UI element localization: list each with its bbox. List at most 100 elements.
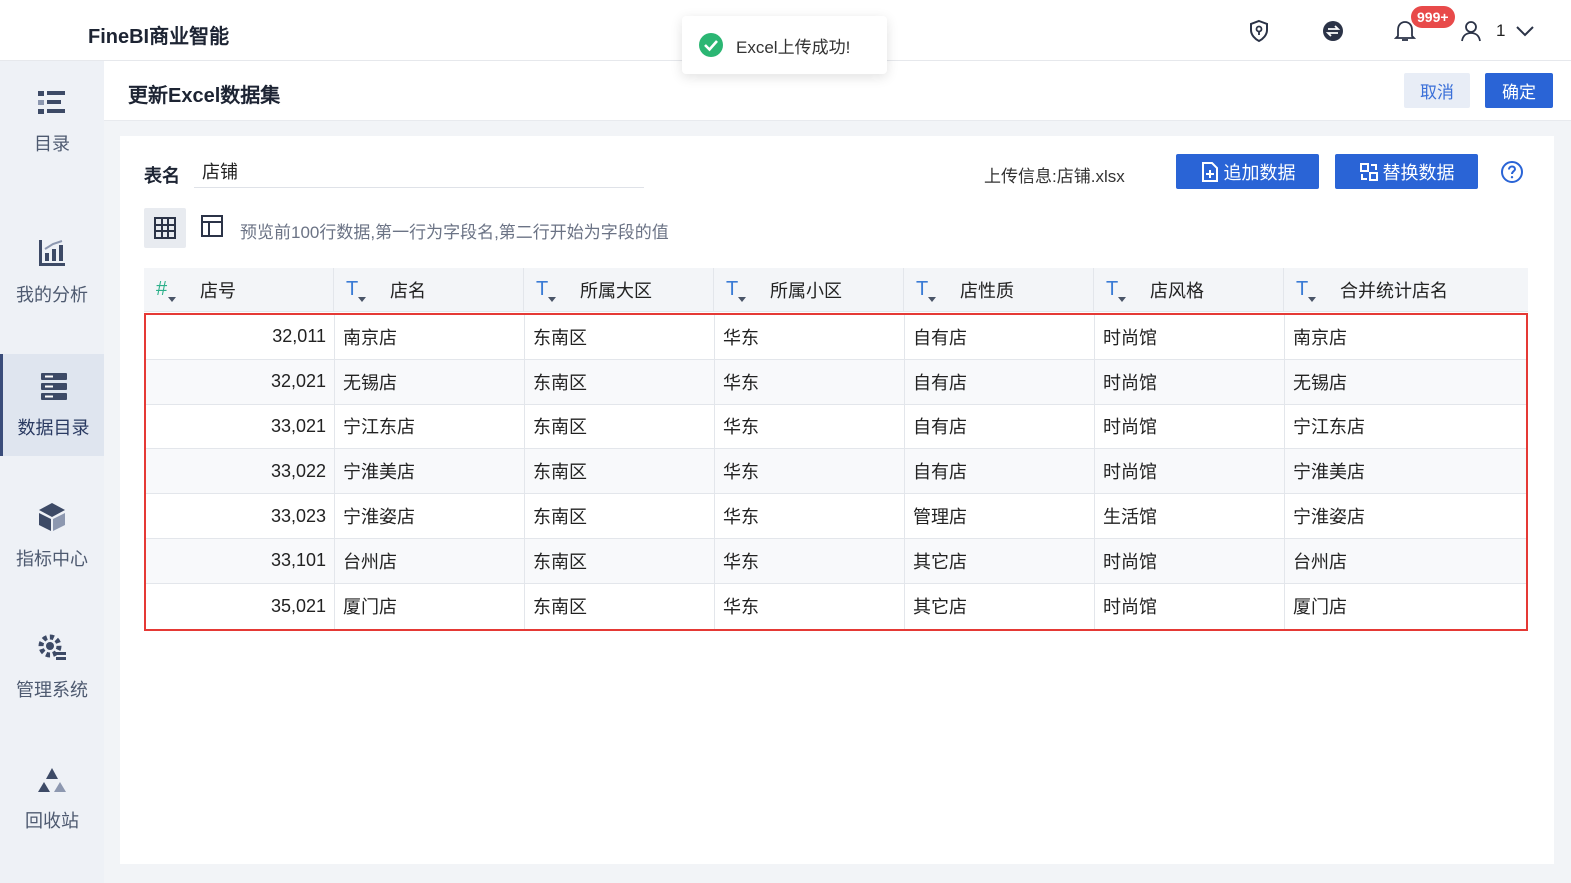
- table-cell: 宁淮姿店: [335, 494, 525, 538]
- layout-view-toggle[interactable]: [200, 214, 224, 243]
- table-cell: 东南区: [525, 583, 715, 629]
- preview-note: 预览前100行数据,第一行为字段名,第二行开始为字段的值: [240, 223, 669, 242]
- file-add-icon: [1201, 161, 1218, 182]
- table-cell: 南京店: [1293, 327, 1347, 348]
- table-cell: 其它店: [905, 538, 1095, 583]
- table-row: 32,021 无锡店 东南区 华东 自有店 时尚馆 无锡店: [146, 359, 1526, 405]
- sidebar-item-catalog[interactable]: 目录: [0, 71, 104, 173]
- dropdown-caret-icon[interactable]: [358, 297, 366, 302]
- table-cell: 时尚馆: [1095, 404, 1285, 449]
- table-cell: 33,101: [146, 538, 335, 583]
- table-cell: 华东: [715, 359, 905, 404]
- notification-badge: 999+: [1411, 6, 1455, 28]
- table-row: 33,101 台州店 东南区 华东 其它店 时尚馆 台州店: [146, 538, 1526, 584]
- table-cell: 时尚馆: [1095, 359, 1285, 404]
- table-cell: 时尚馆: [1095, 583, 1285, 629]
- replace-data-button[interactable]: 替换数据: [1335, 154, 1478, 189]
- table-name-input[interactable]: [194, 154, 644, 188]
- column-header[interactable]: T 所属小区: [714, 268, 904, 311]
- dropdown-caret-icon[interactable]: [738, 297, 746, 302]
- table-cell: 35,021: [146, 583, 335, 629]
- settings-icon: [38, 634, 66, 660]
- preview-table: # 店号 T 店名 T 所属大区 T 所属小区 T 店性质 T 店风格 T 合并统计店名 32…: [144, 268, 1528, 631]
- replace-icon: [1359, 162, 1378, 181]
- table-cell: 华东: [715, 494, 905, 538]
- analysis-icon: [39, 240, 65, 266]
- shield-icon[interactable]: [1246, 18, 1272, 44]
- table-cell: 东南区: [525, 538, 715, 583]
- append-data-button[interactable]: 追加数据: [1176, 154, 1319, 189]
- table-cell: 东南区: [525, 404, 715, 449]
- sidebar-item-label: 指标中心: [16, 549, 88, 569]
- dropdown-caret-icon[interactable]: [168, 297, 176, 302]
- table-cell: 宁淮美店: [1293, 462, 1365, 483]
- table-cell: 33,023: [146, 494, 335, 538]
- replace-data-label: 替换数据: [1382, 162, 1455, 183]
- sidebar: 目录 我的分析 数据目录 指标中心 管理系统 回收站: [0, 61, 104, 883]
- table-cell: 华东: [715, 583, 905, 629]
- table-cell: 华东: [715, 404, 905, 449]
- table-cell: 生活馆: [1095, 494, 1285, 538]
- main-panel: 表名 上传信息:店铺.xlsx 追加数据 替换数据 预览前100行数据,第一行为…: [120, 136, 1554, 864]
- table-cell: 厦门店: [1293, 597, 1347, 618]
- dropdown-caret-icon[interactable]: [1118, 297, 1126, 302]
- table-cell: 台州店: [335, 538, 525, 583]
- user-icon[interactable]: [1458, 18, 1484, 44]
- confirm-button[interactable]: 确定: [1485, 73, 1553, 108]
- data-catalog-icon: [40, 373, 67, 400]
- dropdown-caret-icon[interactable]: [1308, 297, 1316, 302]
- table-cell: 自有店: [905, 315, 1095, 359]
- table-cell: 33,021: [146, 404, 335, 449]
- metrics-icon: [39, 503, 65, 531]
- cancel-button[interactable]: 取消: [1404, 73, 1470, 108]
- column-header[interactable]: T 店风格: [1094, 268, 1284, 311]
- table-cell: 华东: [715, 538, 905, 583]
- table-cell: 时尚馆: [1095, 315, 1285, 359]
- success-toast: Excel上传成功!: [682, 16, 887, 74]
- table-row: 32,011 南京店 东南区 华东 自有店 时尚馆 南京店: [146, 315, 1526, 360]
- table-cell: 宁江东店: [1293, 417, 1365, 438]
- column-header[interactable]: # 店号: [144, 268, 334, 311]
- table-cell: 台州店: [1293, 551, 1347, 572]
- table-cell: 管理店: [905, 494, 1095, 538]
- column-header[interactable]: T 店性质: [904, 268, 1094, 311]
- table-cell: 时尚馆: [1095, 538, 1285, 583]
- table-cell: 自有店: [905, 404, 1095, 449]
- table-cell: 华东: [715, 449, 905, 494]
- append-data-label: 追加数据: [1223, 162, 1296, 183]
- table-cell: 无锡店: [335, 359, 525, 404]
- chevron-down-icon[interactable]: [1512, 18, 1538, 44]
- upload-info: 上传信息:店铺.xlsx: [984, 167, 1125, 186]
- dropdown-caret-icon[interactable]: [548, 297, 556, 302]
- page-title: 更新Excel数据集: [128, 85, 281, 107]
- column-header[interactable]: T 合并统计店名: [1284, 268, 1528, 311]
- table-cell: 32,021: [146, 359, 335, 404]
- column-header[interactable]: T 所属大区: [524, 268, 714, 311]
- table-cell: 东南区: [525, 449, 715, 494]
- sidebar-item-label: 管理系统: [16, 680, 88, 700]
- sidebar-item-recycle-bin[interactable]: 回收站: [0, 748, 104, 850]
- dropdown-caret-icon[interactable]: [928, 297, 936, 302]
- table-body: 32,011 南京店 东南区 华东 自有店 时尚馆 南京店 32,021 无锡店 东南区 华东 自有…: [144, 313, 1528, 631]
- sidebar-item-management[interactable]: 管理系统: [0, 616, 104, 718]
- table-cell: 其它店: [905, 583, 1095, 629]
- table-cell: 32,011: [146, 315, 335, 359]
- switch-icon[interactable]: [1320, 18, 1346, 44]
- help-icon[interactable]: [1500, 160, 1524, 189]
- sidebar-item-label: 数据目录: [17, 418, 90, 438]
- table-row: 33,023 宁淮姿店 东南区 华东 管理店 生活馆 宁淮姿店: [146, 494, 1526, 539]
- check-circle-icon: [699, 33, 723, 57]
- column-header[interactable]: T 店名: [334, 268, 524, 311]
- table-cell: 宁淮姿店: [1293, 507, 1365, 528]
- user-name[interactable]: 1: [1496, 21, 1505, 41]
- table-name-label: 表名: [144, 166, 180, 186]
- sidebar-item-metrics-center[interactable]: 指标中心: [0, 485, 104, 587]
- sidebar-item-data-catalog[interactable]: 数据目录: [0, 354, 104, 456]
- table-row: 33,022 宁淮美店 东南区 华东 自有店 时尚馆 宁淮美店: [146, 449, 1526, 495]
- table-cell: 宁淮美店: [335, 449, 525, 494]
- toast-message: Excel上传成功!: [736, 37, 851, 57]
- table-cell: 宁江东店: [335, 404, 525, 449]
- grid-view-toggle[interactable]: [144, 208, 186, 248]
- sidebar-item-my-analysis[interactable]: 我的分析: [0, 221, 104, 323]
- table-cell: 时尚馆: [1095, 449, 1285, 494]
